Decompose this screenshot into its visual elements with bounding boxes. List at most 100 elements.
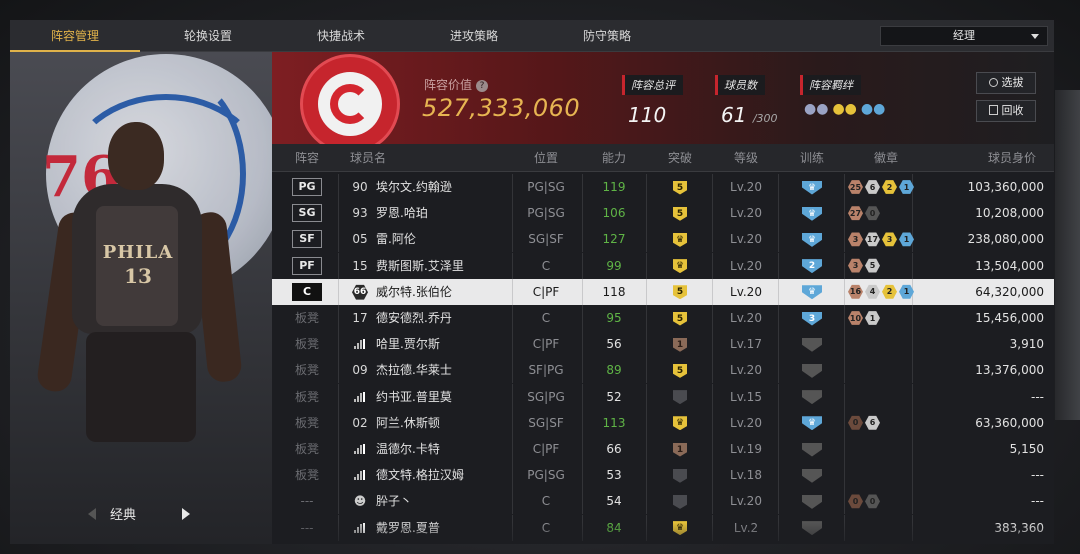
tab-rotation[interactable]: 轮换设置 bbox=[143, 20, 273, 52]
help-icon[interactable]: ? bbox=[476, 79, 489, 92]
jersey-number: 02 bbox=[352, 415, 368, 430]
team-header: 阵容价值? 527,333,060 阵容总评 110 球员数 61 /300 阵… bbox=[272, 52, 1054, 154]
player-overall: 54 bbox=[606, 494, 622, 509]
select-button[interactable]: 选拔 bbox=[976, 72, 1036, 94]
jersey-number: 09 bbox=[352, 363, 368, 378]
col-slot[interactable]: 阵容 bbox=[282, 144, 332, 172]
badge-hex-icon: 2 bbox=[882, 180, 897, 194]
col-level[interactable]: 等级 bbox=[716, 144, 776, 172]
badge-hex-icon: 4 bbox=[865, 284, 880, 299]
lineup-slot-badge: PF bbox=[292, 256, 322, 275]
lineup-slot-label: 板凳 bbox=[294, 389, 319, 404]
badge-hex-icon: 3 bbox=[848, 258, 863, 273]
tab-offense[interactable]: 进攻策略 bbox=[409, 20, 539, 52]
top-nav: 阵容管理 轮换设置 快捷战术 进攻策略 防守策略 经理 bbox=[10, 20, 1054, 52]
player-count-value: 61 /300 bbox=[721, 103, 778, 127]
rating-value: 110 bbox=[628, 103, 667, 127]
lineup-slot-badge: PG bbox=[292, 178, 322, 196]
chemistry-icons[interactable]: ●● ●● ●● bbox=[800, 101, 885, 117]
training-shield-icon bbox=[782, 488, 842, 514]
player-overall: 127 bbox=[602, 232, 626, 247]
next-arrow-icon[interactable] bbox=[182, 508, 190, 520]
jersey-number: 93 bbox=[352, 206, 368, 221]
breakthrough-badge: 5 bbox=[650, 279, 710, 305]
tab-defense[interactable]: 防守策略 bbox=[542, 20, 672, 52]
badge-hex-icon: 1 bbox=[899, 232, 914, 247]
table-row[interactable]: 板凳 哈里.贾尔斯 C|PF 56 1 Lv.17 3,910 bbox=[272, 331, 1054, 358]
col-breakthrough[interactable]: 突破 bbox=[650, 144, 710, 172]
badge-hex-icon: 16 bbox=[848, 284, 863, 299]
lineup-slot-label: 板凳 bbox=[294, 415, 319, 430]
breakthrough-badge: 5 bbox=[650, 305, 710, 331]
table-row[interactable]: 板凳 17 德安德烈.乔丹 C 95 5 Lv.20 3 10 1 15,456,000 bbox=[272, 305, 1054, 331]
manager-select-value: 经理 bbox=[953, 29, 975, 42]
badge-list: 00 bbox=[848, 488, 880, 514]
badge-list: 16 4 2 1 bbox=[848, 279, 914, 305]
player-name: 温德尔.卡特 bbox=[376, 442, 440, 456]
table-row[interactable]: SF 05 雷.阿伦 SG|SF 127 ♛ Lv.20 ♛ 3 17 3 1 238,080,000 bbox=[272, 226, 1054, 253]
breakthrough-badge: 1 bbox=[650, 436, 710, 462]
player-position: C bbox=[541, 258, 551, 273]
player-level: Lv.20 bbox=[730, 494, 762, 509]
player-overall: 53 bbox=[606, 468, 622, 483]
table-row[interactable]: C 66 威尔特.张伯伦 C|PF 118 5 Lv.20 ♛ 16 4 2 1 64,320,000 bbox=[272, 278, 1054, 305]
table-row[interactable]: 板凳 约书亚.普里莫 SG|PG 52 Lv.15 --- bbox=[272, 383, 1054, 410]
col-badges[interactable]: 徽章 bbox=[856, 144, 916, 172]
col-training[interactable]: 训练 bbox=[782, 144, 842, 172]
lineup-value-label: 阵容价值? bbox=[424, 76, 489, 93]
training-shield-icon: ♛ bbox=[782, 226, 842, 252]
col-position[interactable]: 位置 bbox=[516, 144, 576, 172]
recycle-icon bbox=[988, 105, 998, 115]
rating-stat: 阵容总评 110 bbox=[622, 74, 683, 127]
player-name: 雷.阿伦 bbox=[376, 232, 416, 247]
badge-list: 10 1 bbox=[848, 305, 880, 331]
chemistry-group-icon: ●● bbox=[860, 101, 886, 117]
lineup-slot-badge: C bbox=[292, 282, 322, 301]
jersey-number: 90 bbox=[352, 180, 368, 194]
col-price[interactable]: 球员身价 bbox=[972, 144, 1052, 172]
table-row[interactable]: 板凳 温德尔.卡特 C|PF 66 1 Lv.19 5,150 bbox=[272, 436, 1054, 462]
player-price: --- bbox=[1031, 468, 1044, 483]
badge-list: 27 0 bbox=[848, 200, 880, 226]
table-row[interactable]: 板凳 02 阿兰.休斯顿 SG|SF 113 ♛ Lv.20 ♛ 0 6 63,360,000 bbox=[272, 409, 1054, 436]
player-position: PG|SG bbox=[527, 206, 565, 221]
recycle-button[interactable]: 回收 bbox=[976, 100, 1036, 122]
jersey-number: 15 bbox=[352, 258, 368, 273]
col-name[interactable]: 球员名 bbox=[350, 144, 410, 172]
badge-hex-icon: 5 bbox=[865, 258, 880, 273]
player-price: --- bbox=[1031, 389, 1044, 404]
hawks-logo bbox=[294, 54, 406, 154]
player-position: SG|PG bbox=[527, 389, 565, 404]
breakthrough-badge: 5 bbox=[650, 200, 710, 226]
badge-hex-icon: 2 bbox=[882, 284, 897, 299]
player-price: 5,150 bbox=[1009, 442, 1044, 456]
badge-hex-icon: 3 bbox=[882, 232, 897, 247]
player-portrait-panel: 76 PHILA 13 经典 bbox=[10, 52, 272, 544]
signal-bars-icon bbox=[350, 462, 370, 488]
table-row[interactable]: PG 90 埃尔文.约翰逊 PG|SG 119 5 Lv.20 ♛ 25 6 2 1 103,360,0… bbox=[272, 174, 1054, 200]
table-row[interactable]: --- ☻ 肸子丶 C 54 Lv.20 0 0 --- bbox=[272, 488, 1054, 515]
table-row[interactable]: SG 93 罗恩.哈珀 PG|SG 106 5 Lv.20 ♛ 27 0 10,208,000 bbox=[272, 200, 1054, 227]
player-price: 13,504,000 bbox=[975, 258, 1044, 273]
player-overall: 119 bbox=[602, 180, 626, 194]
training-shield-icon bbox=[782, 462, 842, 488]
tab-lineup[interactable]: 阵容管理 bbox=[10, 20, 140, 52]
training-shield-icon: ♛ bbox=[782, 200, 842, 226]
breakthrough-badge bbox=[650, 384, 710, 410]
table-row[interactable]: 板凳 09 杰拉德.华莱士 SF|PG 89 5 Lv.20 13,376,000 bbox=[272, 357, 1054, 384]
player-name: 德文特.格拉汉姆 bbox=[376, 468, 464, 483]
breakthrough-badge: ♛ bbox=[650, 226, 710, 252]
table-row[interactable]: 板凳 德文特.格拉汉姆 PG|SG 53 Lv.18 --- bbox=[272, 462, 1054, 489]
manager-select[interactable]: 经理 bbox=[880, 26, 1048, 46]
badge-hex-icon: 1 bbox=[899, 284, 914, 299]
col-overall[interactable]: 能力 bbox=[584, 144, 644, 172]
breakthrough-badge: ♛ bbox=[650, 253, 710, 279]
prev-arrow-icon[interactable] bbox=[88, 508, 96, 520]
badge-hex-icon: 25 bbox=[848, 180, 863, 194]
player-name: 费斯图斯.艾泽里 bbox=[376, 258, 464, 273]
table-row[interactable]: PF 15 费斯图斯.艾泽里 C 99 ♛ Lv.20 2 3 5 13,504,000 bbox=[272, 252, 1054, 279]
chemistry-stat: 阵容羁绊 ●● ●● ●● bbox=[800, 74, 885, 117]
tab-quick-tactics[interactable]: 快捷战术 bbox=[276, 20, 406, 52]
player-level: Lv.19 bbox=[730, 442, 762, 456]
breakthrough-badge: 1 bbox=[650, 331, 710, 357]
